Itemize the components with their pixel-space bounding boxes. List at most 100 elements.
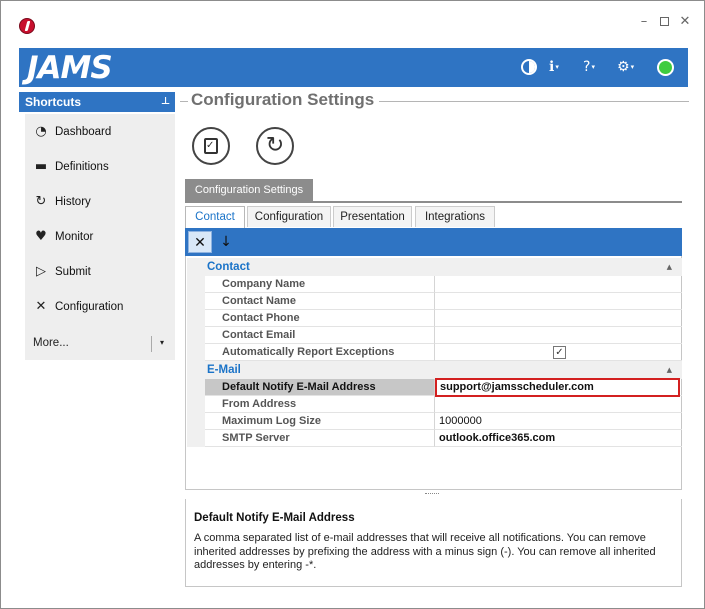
help-menu-button[interactable]: ?▾: [583, 58, 595, 76]
property-name: SMTP Server: [205, 430, 435, 447]
shortcut-label: Dashboard: [55, 126, 112, 138]
app-window: – ✕ JAMS ℹ▾ ?▾ ⚙▾ Shortcuts ⊥ ◔ Dashboar…: [0, 0, 705, 609]
page-title: Configuration Settings: [191, 90, 375, 109]
shortcut-submit[interactable]: ▷ Submit: [25, 257, 175, 287]
divider: [151, 336, 152, 352]
heart-monitor-icon: ♥: [35, 229, 47, 244]
tab-configuration-settings[interactable]: Configuration Settings: [185, 179, 313, 201]
more-shortcuts-button[interactable]: More... ▾: [25, 330, 175, 356]
shortcut-history[interactable]: ↻ History: [25, 187, 175, 217]
shortcut-label: Definitions: [55, 161, 109, 173]
auto-report-checkbox[interactable]: ✓: [553, 346, 566, 359]
description-text: A comma separated list of e-mail address…: [194, 532, 656, 571]
property-value[interactable]: [435, 310, 682, 327]
property-row-from-address[interactable]: From Address: [187, 396, 682, 413]
title-bar: – ✕: [1, 1, 704, 47]
description-panel: Default Notify E-Mail Address A comma se…: [185, 499, 682, 587]
shortcuts-title: Shortcuts: [25, 95, 82, 109]
connection-status-indicator[interactable]: [657, 59, 674, 76]
category-contact[interactable]: Contact ▲: [187, 258, 682, 276]
chevron-down-icon[interactable]: ▾: [160, 330, 164, 356]
save-icon: [204, 138, 218, 154]
property-name: From Address: [205, 396, 435, 413]
refresh-button[interactable]: ↻: [256, 127, 294, 165]
save-button[interactable]: [192, 127, 230, 165]
shortcut-definitions[interactable]: ▬ Definitions: [25, 152, 175, 182]
property-value: support@jamsscheduler.com: [435, 378, 682, 397]
property-value[interactable]: [435, 276, 682, 293]
property-row-contact-phone[interactable]: Contact Phone: [187, 310, 682, 327]
property-name: Automatically Report Exceptions: [205, 344, 435, 361]
property-value[interactable]: outlook.office365.com: [435, 430, 682, 447]
splitter-handle[interactable]: [425, 493, 439, 495]
property-value[interactable]: 1000000: [435, 413, 682, 430]
chevron-down-icon: ▾: [591, 63, 595, 71]
dashboard-icon: ◔: [35, 124, 47, 139]
categorized-view-button[interactable]: ✕: [188, 231, 212, 253]
tab-presentation[interactable]: Presentation: [333, 206, 412, 227]
property-row-contact-email[interactable]: Contact Email: [187, 327, 682, 344]
maximize-icon: [659, 17, 669, 26]
info-icon: ℹ: [549, 59, 555, 75]
shortcut-label: Submit: [55, 266, 91, 278]
shortcut-label: Monitor: [55, 231, 94, 243]
pin-icon[interactable]: ⊥: [161, 92, 170, 112]
tab-configuration[interactable]: Configuration: [247, 206, 331, 227]
tools-icon: ✕: [35, 299, 47, 314]
property-value[interactable]: [435, 396, 682, 413]
property-row-default-notify-email[interactable]: Default Notify E-Mail Address support@ja…: [187, 378, 682, 397]
property-row-contact-name[interactable]: Contact Name: [187, 293, 682, 310]
folder-icon: ▬: [34, 159, 48, 174]
category-email[interactable]: E-Mail ▲: [187, 361, 682, 379]
property-name: Maximum Log Size: [205, 413, 435, 430]
collapse-icon[interactable]: ▲: [667, 361, 672, 379]
chevron-down-icon: ▾: [630, 63, 635, 71]
property-value[interactable]: [435, 327, 682, 344]
property-name: Company Name: [205, 276, 435, 293]
shortcuts-panel: ◔ Dashboard ▬ Definitions ↻ History ♥ Mo…: [25, 114, 175, 360]
more-label: More...: [33, 337, 69, 349]
property-row-smtp-server[interactable]: SMTP Server outlook.office365.com: [187, 430, 682, 447]
shortcut-monitor[interactable]: ♥ Monitor: [25, 222, 175, 252]
collapse-icon[interactable]: ▲: [667, 258, 672, 276]
shortcut-dashboard[interactable]: ◔ Dashboard: [25, 117, 175, 147]
tab-contact[interactable]: Contact: [185, 206, 245, 228]
refresh-icon: ↻: [265, 133, 285, 158]
tools-icon: ✕: [194, 235, 206, 251]
property-grid: Contact ▲ Company Name Contact Name Cont…: [185, 256, 682, 490]
category-label: E-Mail: [207, 364, 241, 376]
property-grid-toolbar: ✕ ↓: [185, 228, 682, 256]
maximize-button[interactable]: [657, 15, 671, 29]
property-value[interactable]: [435, 293, 682, 310]
property-value: ✓: [435, 344, 682, 361]
property-name: Contact Phone: [205, 310, 435, 327]
history-icon: ↻: [35, 194, 47, 209]
submit-icon: ▷: [36, 264, 46, 279]
divider: [185, 201, 682, 203]
chevron-down-icon: ▾: [555, 63, 559, 71]
help-icon: ?: [583, 59, 591, 75]
shortcut-configuration[interactable]: ✕ Configuration: [25, 292, 175, 322]
info-menu-button[interactable]: ℹ▾: [549, 58, 559, 76]
alphabetical-sort-button[interactable]: ↓: [215, 231, 237, 253]
description-title: Default Notify E-Mail Address: [194, 512, 355, 524]
shortcut-label: Configuration: [55, 301, 124, 313]
default-notify-email-input[interactable]: support@jamsscheduler.com: [435, 378, 680, 397]
minimize-button[interactable]: –: [637, 15, 651, 29]
app-header: JAMS ℹ▾ ?▾ ⚙▾: [19, 48, 688, 87]
divider: [180, 101, 188, 102]
close-button[interactable]: ✕: [678, 15, 692, 29]
property-name: Contact Email: [205, 327, 435, 344]
property-row-auto-report-exceptions[interactable]: Automatically Report Exceptions ✓: [187, 344, 682, 361]
settings-menu-button[interactable]: ⚙▾: [617, 58, 634, 76]
sort-icon: ↓: [220, 234, 232, 250]
jams-logo: JAMS: [27, 50, 113, 86]
property-row-company-name[interactable]: Company Name: [187, 276, 682, 293]
tab-integrations[interactable]: Integrations: [415, 206, 495, 227]
contrast-icon[interactable]: [521, 59, 537, 75]
property-name: Default Notify E-Mail Address: [205, 379, 435, 396]
property-name: Contact Name: [205, 293, 435, 310]
shortcut-label: History: [55, 196, 91, 208]
property-row-max-log-size[interactable]: Maximum Log Size 1000000: [187, 413, 682, 430]
shortcuts-panel-header: Shortcuts ⊥: [19, 92, 175, 112]
